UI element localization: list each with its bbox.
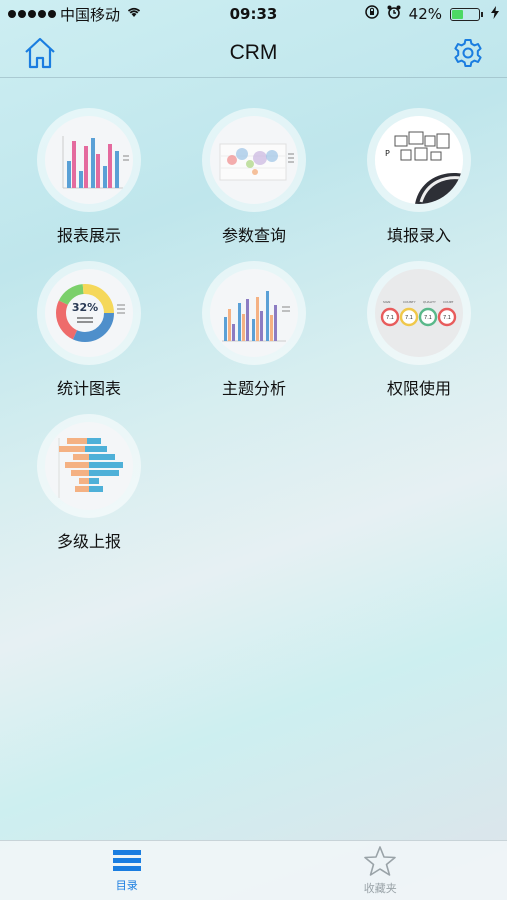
battery-percent: 42% xyxy=(408,5,442,23)
menu-label: 权限使用 xyxy=(386,379,451,398)
tab-bar: 目录 收藏夹 xyxy=(0,840,507,900)
gear-icon[interactable] xyxy=(451,36,485,70)
menu-item-permission[interactable]: SIGN COUNTY QUALITY COURT 7.1 7.1 7.1 7.1 权限使用 xyxy=(349,261,489,399)
menu-item-stats[interactable]: 32% 统计图表 xyxy=(19,261,159,399)
wifi-icon xyxy=(126,6,142,22)
battery-icon xyxy=(450,7,483,21)
svg-text:7.1: 7.1 xyxy=(405,315,413,321)
menu-label: 报表展示 xyxy=(56,226,121,245)
menu-label: 多级上报 xyxy=(56,532,121,551)
donut-percent: 32% xyxy=(72,301,98,314)
page-title: CRM xyxy=(229,40,278,64)
navigation-bar: CRM xyxy=(0,28,507,78)
bubble-chart-icon xyxy=(219,143,294,181)
menu-item-analysis[interactable]: 主题分析 xyxy=(184,261,324,399)
tab-favorites[interactable]: 收藏夹 xyxy=(254,841,507,900)
list-icon xyxy=(112,850,141,871)
menu-item-input[interactable]: P 填报录入 xyxy=(349,108,489,246)
bar-chart-icon xyxy=(62,136,129,189)
menu-label: 统计图表 xyxy=(56,379,121,398)
svg-text:P: P xyxy=(385,149,390,158)
home-icon[interactable] xyxy=(22,36,58,70)
svg-text:7.1: 7.1 xyxy=(386,315,394,321)
tab-catalog[interactable]: 目录 xyxy=(0,841,254,900)
horizontal-bar-icon xyxy=(58,438,123,498)
donut-chart-icon: 32% xyxy=(56,284,125,342)
tab-label: 目录 xyxy=(115,879,138,892)
svg-text:7.1: 7.1 xyxy=(443,315,451,321)
menu-item-query[interactable]: 参数查询 xyxy=(184,108,324,246)
gauge-icon: SIGN COUNTY QUALITY COURT 7.1 7.1 7.1 7.1 xyxy=(380,300,457,327)
status-bar: 中国移动 09:33 42% xyxy=(0,0,507,28)
alarm-icon xyxy=(387,5,401,23)
menu-label: 参数查询 xyxy=(221,226,286,245)
svg-text:7.1: 7.1 xyxy=(424,315,432,321)
form-grid-icon: P xyxy=(375,116,463,204)
signal-icon xyxy=(8,10,56,18)
star-icon xyxy=(364,846,397,876)
svg-text:COURT: COURT xyxy=(443,300,454,304)
column-chart-icon xyxy=(222,291,290,342)
menu-label: 主题分析 xyxy=(221,379,286,398)
menu-item-report[interactable]: 报表展示 xyxy=(19,108,159,246)
carrier-label: 中国移动 xyxy=(60,5,121,24)
svg-text:SIGN: SIGN xyxy=(383,300,390,304)
menu-label: 填报录入 xyxy=(386,226,451,245)
svg-text:COUNTY: COUNTY xyxy=(403,300,416,304)
rotation-lock-icon xyxy=(364,5,379,23)
charging-icon xyxy=(491,5,499,23)
tab-label: 收藏夹 xyxy=(363,882,397,895)
svg-text:QUALITY: QUALITY xyxy=(423,300,436,304)
menu-item-multilevel[interactable]: 多级上报 xyxy=(19,414,159,552)
